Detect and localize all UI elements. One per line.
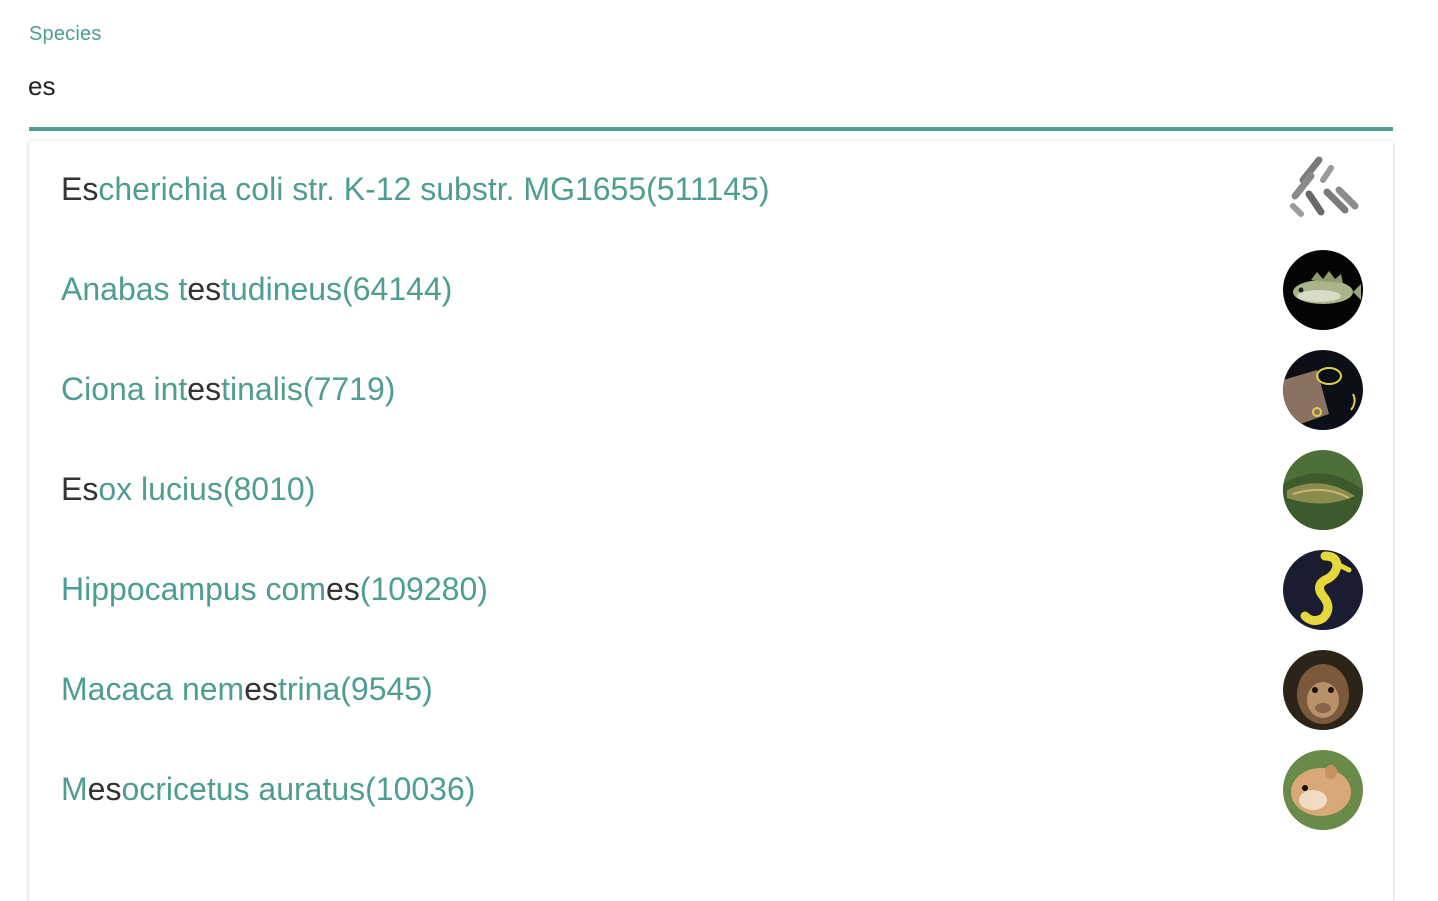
bacteria-icon [1283,150,1363,230]
option-ciona-intestinalis[interactable]: Ciona intestinalis(7719) [29,341,1393,441]
option-label: Escherichia coli str. K-12 substr. MG165… [61,171,770,207]
match-highlight: Es [61,471,99,507]
match-highlight: es [87,771,122,807]
hamster-icon [1283,750,1363,830]
option-escherichia-coli[interactable]: Escherichia coli str. K-12 substr. MG165… [29,141,1393,241]
option-anabas-testudineus[interactable]: Anabas testudineus(64144) [29,241,1393,341]
species-input[interactable] [28,64,1328,108]
option-label: Ciona intestinalis(7719) [61,371,396,407]
autocomplete-dropdown: Escherichia coli str. K-12 substr. MG165… [29,141,1393,901]
input-underline [29,127,1393,131]
option-mesocricetus-auratus[interactable]: Mesocricetus auratus(10036) [29,741,1393,841]
option-esox-lucius[interactable]: Esox lucius(8010) [29,441,1393,541]
option-label: Mesocricetus auratus(10036) [61,771,476,807]
option-label: Macaca nemestrina(9545) [61,671,433,707]
match-highlight: es [187,271,222,307]
pike-icon [1283,450,1363,530]
macaque-icon [1283,650,1363,730]
match-highlight: es [244,671,278,707]
option-macaca-nemestrina[interactable]: Macaca nemestrina(9545) [29,641,1393,741]
sea-squirt-icon [1283,350,1363,430]
option-hippocampus-comes[interactable]: Hippocampus comes(109280) [29,541,1393,641]
species-label: Species [29,23,102,45]
seahorse-icon [1283,550,1363,630]
fish-icon [1283,250,1363,330]
match-highlight: Es [61,171,99,207]
match-highlight: es [326,571,360,607]
option-label: Hippocampus comes(109280) [61,571,488,607]
match-highlight: es [187,371,222,407]
option-label: Esox lucius(8010) [61,471,316,507]
option-label: Anabas testudineus(64144) [61,271,453,307]
